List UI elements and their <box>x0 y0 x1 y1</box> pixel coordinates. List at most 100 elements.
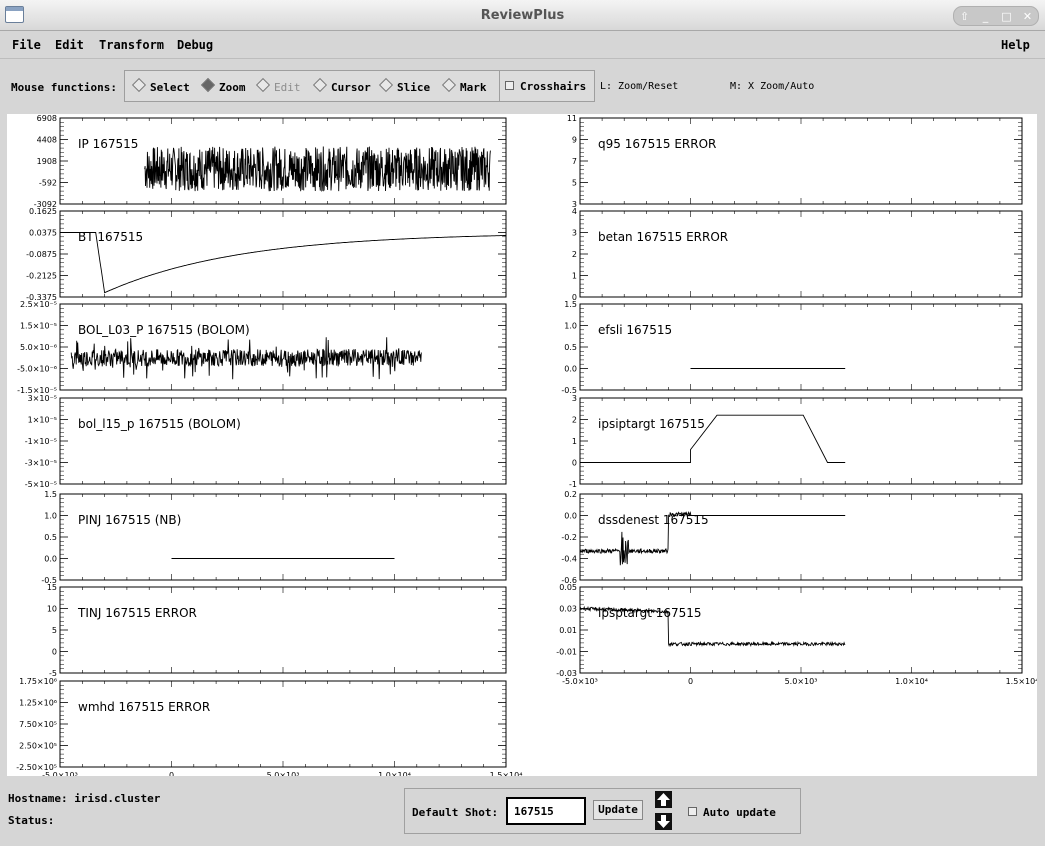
plot-frame <box>59 210 507 298</box>
shade-icon[interactable]: ⇧ <box>956 10 974 23</box>
y-tick-label: 4 <box>572 207 577 216</box>
y-tick-label: -5×10⁻⁵ <box>25 480 57 489</box>
radio-icon <box>131 77 147 93</box>
radio-selected-icon <box>200 77 216 93</box>
y-tick-label: -0.0875 <box>26 250 57 259</box>
y-tick-label: 11 <box>567 114 577 123</box>
y-tick-label: -3×10⁻⁵ <box>25 459 57 468</box>
plots-svg[interactable]: 690844081908-592-3092IP 1675150.16250.03… <box>7 114 1037 776</box>
y-tick-label: 0.0 <box>44 555 57 564</box>
hint-middle-button: M: X Zoom/Auto <box>730 81 815 92</box>
mode-edit: Edit <box>255 77 301 94</box>
y-tick-label: 1.0 <box>44 512 57 521</box>
update-button[interactable]: Update <box>593 800 643 820</box>
plot-canvas[interactable]: 6908 4408 1908 -592 -3092 IP 167515 0.1625 0.03… <box>7 114 1037 776</box>
auto-update-toggle[interactable]: Auto update <box>688 806 776 819</box>
shot-input[interactable]: 167515 <box>506 797 586 825</box>
menu-edit[interactable]: Edit <box>55 38 84 52</box>
menu-file[interactable]: File <box>12 38 41 52</box>
menu-help[interactable]: Help <box>1001 38 1030 52</box>
signal-label: efsli 167515 <box>598 323 672 337</box>
mode-zoom[interactable]: Zoom <box>200 77 246 94</box>
checkbox-icon <box>688 807 697 816</box>
y-tick-label: 0.1625 <box>29 207 57 216</box>
hostname-label: Hostname: irisd.cluster <box>8 792 161 805</box>
y-tick-label: -0.4 <box>561 555 577 564</box>
y-tick-label: 0.05 <box>559 583 577 592</box>
plot-frame <box>579 493 1023 581</box>
y-tick-label: 4408 <box>37 136 57 145</box>
mode-cursor[interactable]: Cursor <box>312 77 371 94</box>
y-tick-label: 0.01 <box>559 626 577 635</box>
y-tick-label: 0.03 <box>559 605 577 614</box>
plot-frame <box>59 117 507 205</box>
y-tick-label: 0 <box>52 648 57 657</box>
y-tick-label: 1 <box>572 437 577 446</box>
arrow-up-icon <box>657 793 670 806</box>
x-tick-label: 0 <box>169 771 174 776</box>
y-tick-label: -5.0×10⁻⁶ <box>17 365 57 374</box>
y-tick-label: 0 <box>572 459 577 468</box>
y-tick-label: 0.2 <box>564 490 577 499</box>
radio-icon <box>378 77 394 93</box>
radio-icon <box>255 77 271 93</box>
mode-mark[interactable]: Mark <box>441 77 487 94</box>
menu-bar: File Edit Transform Debug Help <box>0 31 1045 59</box>
y-tick-label: 6908 <box>37 114 57 123</box>
y-tick-label: 5 <box>572 179 577 188</box>
minimize-icon[interactable]: _ <box>977 10 995 23</box>
x-tick-label: 5.0×10³ <box>267 771 300 776</box>
mode-separator <box>499 71 500 101</box>
mode-select[interactable]: Select <box>131 77 190 94</box>
plot-frame <box>59 493 507 581</box>
x-tick-label: 1.5×10⁴ <box>490 771 523 776</box>
y-tick-label: -0.2125 <box>26 272 57 281</box>
y-tick-label: 1.5×10⁻⁵ <box>20 322 57 331</box>
y-tick-label: 7.50×10⁵ <box>19 720 57 729</box>
y-tick-label: -592 <box>39 179 57 188</box>
y-tick-label: -0.2 <box>561 533 577 542</box>
signal-label: bol_l15_p 167515 (BOLOM) <box>78 417 241 431</box>
menu-debug[interactable]: Debug <box>177 38 213 52</box>
crosshairs-toggle[interactable]: Crosshairs <box>505 80 586 93</box>
signal-label: wmhd 167515 ERROR <box>78 700 210 714</box>
y-tick-label: 1908 <box>37 157 57 166</box>
x-tick-label: -5.0×10³ <box>562 677 598 686</box>
y-tick-label: 1.0 <box>564 322 577 331</box>
close-icon[interactable]: ✕ <box>1019 10 1037 23</box>
x-tick-label: 1.5×10⁴ <box>1006 677 1037 686</box>
y-tick-label: 5.0×10⁻⁶ <box>20 343 57 352</box>
plot-frame <box>59 586 507 674</box>
y-tick-label: 3 <box>572 229 577 238</box>
y-tick-label: -1 <box>569 480 577 489</box>
menu-transform[interactable]: Transform <box>99 38 164 52</box>
plot-frame <box>579 586 1023 674</box>
status-label: Status: <box>8 814 55 827</box>
plot-frame <box>579 117 1023 205</box>
y-tick-label: 0.0 <box>564 365 577 374</box>
maximize-icon[interactable]: □ <box>998 10 1016 23</box>
signal-trace-2 <box>70 337 422 380</box>
plot-frame <box>59 303 507 391</box>
mode-slice[interactable]: Slice <box>378 77 430 94</box>
y-tick-label: 2.50×10⁵ <box>19 742 57 751</box>
arrow-down-icon <box>657 815 670 828</box>
shot-decrement-button[interactable] <box>655 813 672 830</box>
window-title: ReviewPlus <box>480 8 565 23</box>
signal-label: q95 167515 ERROR <box>598 137 716 151</box>
x-tick-label: -5.0×10³ <box>42 771 78 776</box>
checkbox-icon <box>505 81 514 90</box>
y-tick-label: 1.25×10⁶ <box>19 699 57 708</box>
signal-label: IP 167515 <box>78 137 138 151</box>
y-tick-label: 0.5 <box>44 533 57 542</box>
y-tick-label: 1.5 <box>564 300 577 309</box>
plot-frame <box>579 210 1023 298</box>
default-shot-label: Default Shot: <box>412 806 499 819</box>
shot-increment-button[interactable] <box>655 791 672 808</box>
x-tick-label: 1.0×10⁴ <box>378 771 411 776</box>
y-tick-label: 1.75×10⁶ <box>19 677 57 686</box>
y-tick-label: 2.5×10⁻⁵ <box>20 300 57 309</box>
plot-frame <box>579 397 1023 485</box>
shot-panel: Default Shot: 167515 Update Auto update <box>404 788 801 834</box>
y-tick-label: 2 <box>572 416 577 425</box>
